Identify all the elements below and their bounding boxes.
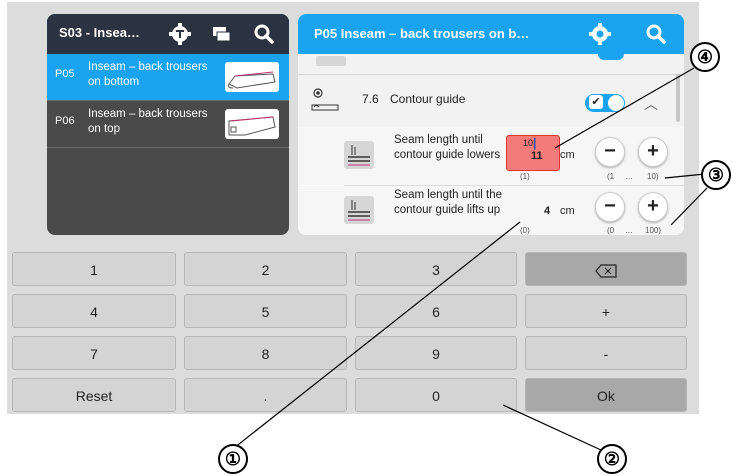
callout-3: ③ bbox=[701, 160, 731, 190]
callout-2: ② bbox=[597, 444, 627, 474]
callout-1: ① bbox=[218, 444, 248, 474]
callout-4: ④ bbox=[690, 42, 720, 72]
callout-leader-lines bbox=[233, 67, 708, 451]
